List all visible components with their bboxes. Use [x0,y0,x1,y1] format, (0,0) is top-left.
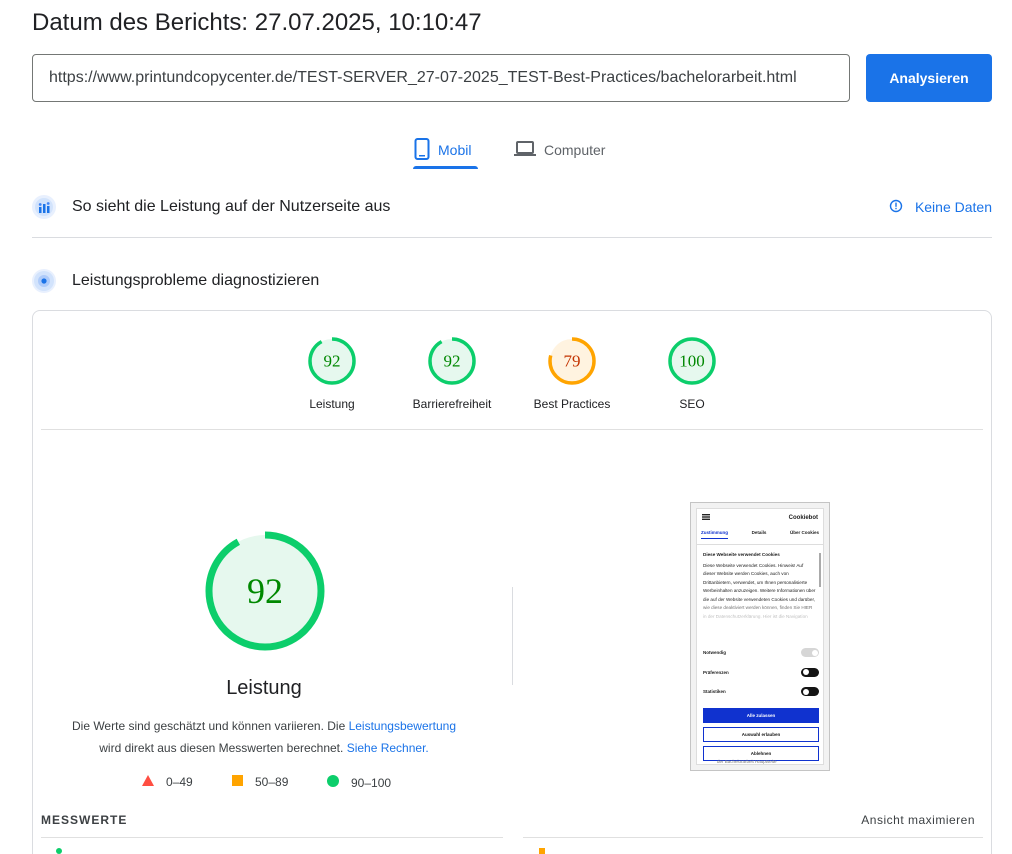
score-value: 79 [564,352,581,371]
metrics-heading: MESSWERTE [41,813,128,827]
consent-toggle-row: Notwendig [703,643,819,663]
tab-mobile-label: Mobil [438,142,472,158]
score-label: SEO [679,397,705,411]
performance-description: Die Werte sind geschätzt und können vari… [63,715,465,759]
no-data-label: Keine Daten [914,199,992,215]
triangle-icon [142,775,154,789]
toggle-switch [801,667,819,677]
users-chart-icon [32,195,56,219]
laptop-icon [514,140,536,160]
consent-body: Diese Webseite verwendet Cookies. Hinwei… [703,562,816,619]
page-footer-text: der Bachelorarbeit Hauptseite [717,759,777,764]
score-gauge-seo[interactable]: 100 SEO [637,335,747,411]
performance-score-link[interactable]: Leistungsbewertung [349,719,456,733]
toggle-label: Statistiken [703,689,726,695]
tab-desktop-label: Computer [544,142,606,158]
report-date: Datum des Berichts: 27.07.2025, 10:10:47 [32,9,482,36]
toggle-label: Präferenzen [703,669,729,675]
score-gauge-best-practices[interactable]: 79 Best Practices [517,335,627,411]
desc-text-2: wird direkt aus diesen Messwerten berech… [99,741,347,755]
score-value: 100 [679,352,705,371]
score-gauge-barrierefreiheit[interactable]: 92 Barrierefreiheit [397,335,507,411]
score-ring: 100 [668,337,716,385]
toggle-label: Notwendig [703,650,726,656]
legend-fail-label: 0–49 [166,775,193,789]
score-label: Best Practices [533,397,611,411]
phone-icon [414,137,430,163]
performance-gauge: 92 [203,529,327,658]
hamburger-icon [702,514,710,522]
section-divider [32,237,992,238]
legend-fail: 0–49 [142,775,193,789]
allow-all-button: Alle zulassen [703,708,819,723]
score-label: Leistung [309,397,355,411]
consent-tab: Über Cookies [789,530,819,535]
field-data-title: So sieht die Leistung auf der Nutzerseit… [72,198,391,215]
card-divider [41,429,983,430]
consent-heading: Diese Webseite verwendet Cookies [703,552,780,557]
score-ring: 92 [308,337,356,385]
toggle-switch [801,687,819,697]
consent-tab: Details [751,530,767,535]
active-tab-indicator [413,166,478,169]
lab-data-card: 92 Leistung 92 Barrierefreiheit 79 Best Pract… [32,310,992,854]
lab-data-title: Leistungsprobleme diagnostizieren [72,272,320,289]
score-ring: 79 [548,337,596,385]
legend-pass-label: 90–100 [351,775,392,790]
metric-status-icon [56,848,62,854]
tab-mobile[interactable]: Mobil [414,130,471,170]
allow-selection-button: Auswahl erlauben [703,727,819,742]
consent-toggle-row: Präferenzen [703,663,819,683]
metrics-divider-right [523,837,983,838]
score-ring: 92 [428,337,476,385]
desc-text-1: Die Werte sind geschätzt und können vari… [71,719,349,733]
url-input[interactable] [32,54,850,102]
info-icon [889,199,903,216]
field-data-section: So sieht die Leistung auf der Nutzerseit… [32,195,992,219]
square-icon [232,775,243,789]
circle-icon [327,775,339,790]
consent-tab: Zustimmung [701,530,728,539]
cookiebot-logo: Cookiebot [788,515,818,521]
consent-toggle-row: Statistiken [703,682,819,702]
performance-title: Leistung [226,677,302,699]
tab-desktop[interactable]: Computer [514,130,605,170]
lab-data-section: Leistungsprobleme diagnostizieren [32,269,992,293]
legend-pass: 90–100 [327,775,391,790]
lighthouse-icon [32,269,56,293]
maximize-view-toggle[interactable]: Ansicht maximieren [861,813,975,827]
metric-status-icon [539,848,545,854]
calculator-link[interactable]: Siehe Rechner. [347,741,429,755]
score-gauge-leistung[interactable]: 92 Leistung [277,335,387,411]
legend-average: 50–89 [232,775,288,789]
scrollbar [819,553,821,587]
score-value: 92 [444,352,461,371]
no-data-link[interactable]: Keine Daten [889,199,992,216]
final-screenshot: Cookiebot Zustimmung Details Über Cookies … [690,502,830,771]
consent-tabs: Zustimmung Details Über Cookies [697,525,823,545]
metrics-divider-left [41,837,503,838]
analyze-button[interactable]: Analysieren [866,54,992,102]
legend-average-label: 50–89 [255,775,289,789]
score-label: Barrierefreiheit [412,397,492,411]
vertical-divider [512,587,513,685]
toggle-switch [801,648,819,658]
score-value: 92 [324,352,341,371]
performance-score: 92 [247,571,283,611]
